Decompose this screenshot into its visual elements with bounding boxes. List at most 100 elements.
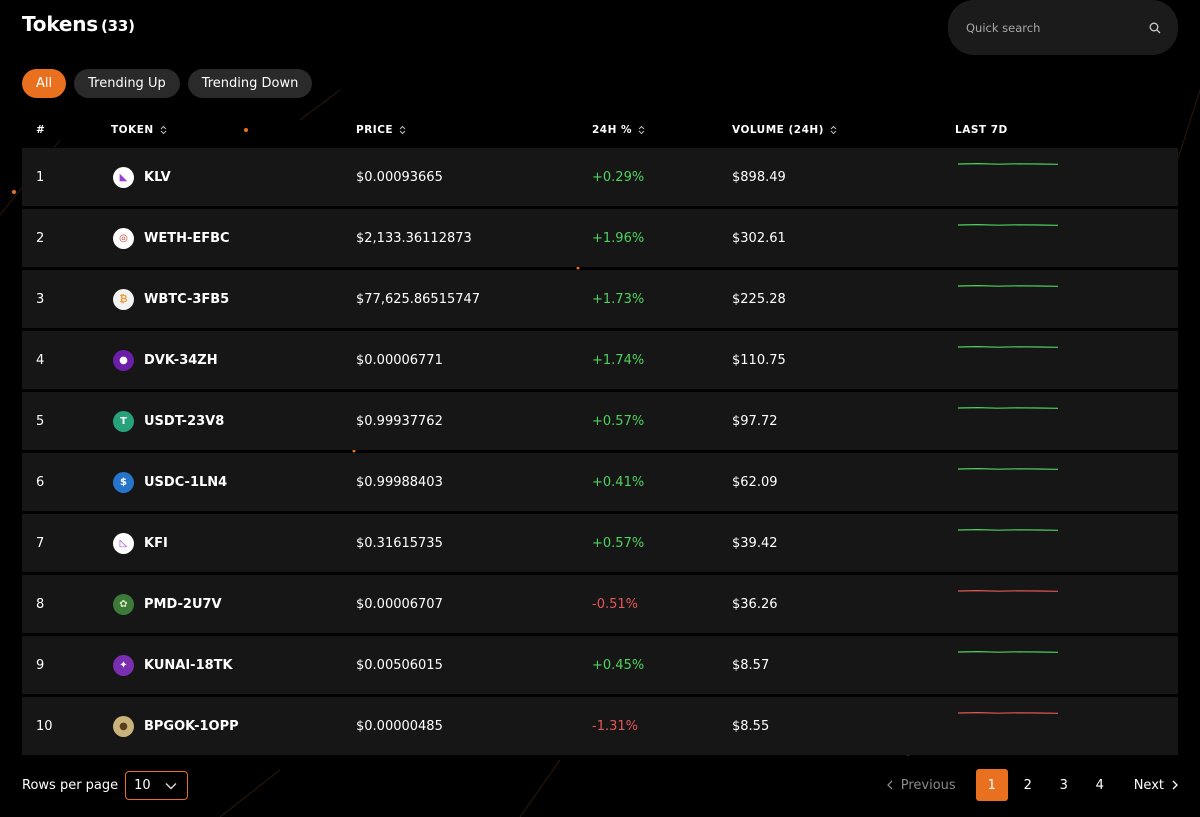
token-cell[interactable]: ₿ WBTC-3FB5 xyxy=(113,270,229,328)
table-row[interactable]: 4 ● DVK-34ZH $0.00006771 +1.74% $110.75 xyxy=(22,331,1178,389)
page-1-button[interactable]: 1 xyxy=(975,769,1008,801)
token-cell[interactable]: ◣ KLV xyxy=(113,148,171,206)
token-price: $2,133.36112873 xyxy=(356,230,472,246)
token-cell[interactable]: $ USDC-1LN4 xyxy=(113,453,227,511)
bpgok-icon: ● xyxy=(113,715,134,737)
page-4-button[interactable]: 4 xyxy=(1084,769,1116,801)
row-number: 10 xyxy=(36,718,53,734)
usdt-icon: T xyxy=(113,410,134,432)
table-row[interactable]: 2 ◎ WETH-EFBC $2,133.36112873 +1.96% $30… xyxy=(22,209,1178,267)
pagination: Previous 1 2 3 4 Next xyxy=(886,769,1178,801)
sort-icon[interactable] xyxy=(638,125,645,135)
filter-tabs: All Trending Up Trending Down xyxy=(22,69,313,98)
quick-search[interactable] xyxy=(948,0,1178,55)
token-table: 1 ◣ KLV $0.00093665 +0.29% $898.49 2 ◎ W… xyxy=(22,148,1178,758)
filter-trending-up[interactable]: Trending Up xyxy=(74,69,180,98)
klv-icon: ◣ xyxy=(113,166,134,188)
pmd-icon: ✿ xyxy=(113,593,134,615)
row-number: 6 xyxy=(36,474,45,490)
token-volume-24h: $225.28 xyxy=(732,291,786,307)
sort-icon[interactable] xyxy=(830,125,837,135)
table-row[interactable]: 8 ✿ PMD-2U7V $0.00006707 -0.51% $36.26 xyxy=(22,575,1178,633)
filter-all[interactable]: All xyxy=(22,69,67,98)
sparkline xyxy=(958,162,1058,165)
next-button[interactable]: Next xyxy=(1134,769,1178,801)
token-change-24h: -1.31% xyxy=(592,718,638,734)
search-input[interactable] xyxy=(966,20,1148,35)
table-row[interactable]: 5 T USDT-23V8 $0.99937762 +0.57% $97.72 xyxy=(22,392,1178,450)
rows-per-page-select[interactable]: 10 xyxy=(125,771,189,800)
token-cell[interactable]: ◺ KFI xyxy=(113,514,168,572)
token-volume-24h: $62.09 xyxy=(732,474,778,490)
sparkline xyxy=(958,467,1058,470)
token-price: $77,625.86515747 xyxy=(356,291,481,307)
col-header-last7d: LAST 7D xyxy=(955,124,1008,136)
previous-button[interactable]: Previous xyxy=(886,769,956,801)
token-name: WBTC-3FB5 xyxy=(144,291,230,307)
sort-icon[interactable] xyxy=(399,125,406,135)
table-row[interactable]: 3 ₿ WBTC-3FB5 $77,625.86515747 +1.73% $2… xyxy=(22,270,1178,328)
token-name: USDC-1LN4 xyxy=(144,474,228,490)
sort-icon[interactable] xyxy=(160,125,167,135)
token-change-24h: +1.73% xyxy=(592,291,645,307)
token-volume-24h: $110.75 xyxy=(732,352,786,368)
token-price: $0.99988403 xyxy=(356,474,443,490)
chevron-right-icon xyxy=(1172,780,1178,790)
previous-label: Previous xyxy=(900,777,956,793)
usdc-icon: $ xyxy=(113,471,134,493)
sparkline xyxy=(958,345,1058,348)
col-header-volume[interactable]: VOLUME (24H) xyxy=(732,124,837,136)
sparkline xyxy=(958,284,1058,287)
token-price: $0.00006771 xyxy=(356,352,443,368)
sparkline xyxy=(958,589,1058,592)
token-change-24h: +0.57% xyxy=(592,535,645,551)
rows-per-page: Rows per page 10 xyxy=(22,771,189,800)
row-number: 2 xyxy=(36,230,45,246)
token-change-24h: +0.57% xyxy=(592,413,645,429)
table-row[interactable]: 7 ◺ KFI $0.31615735 +0.57% $39.42 xyxy=(22,514,1178,572)
token-change-24h: +0.41% xyxy=(592,474,645,490)
token-cell[interactable]: ✦ KUNAI-18TK xyxy=(113,636,233,694)
table-row[interactable]: 9 ✦ KUNAI-18TK $0.00506015 +0.45% $8.57 xyxy=(22,636,1178,694)
token-price: $0.00006707 xyxy=(356,596,443,612)
col-header-token[interactable]: TOKEN xyxy=(111,124,167,136)
token-volume-24h: $8.57 xyxy=(732,657,770,673)
kunai-icon: ✦ xyxy=(113,654,134,676)
page-title-text: Tokens xyxy=(22,12,98,36)
sparkline xyxy=(958,528,1058,531)
token-volume-24h: $898.49 xyxy=(732,169,786,185)
dvk-icon: ● xyxy=(113,349,134,371)
sparkline xyxy=(958,650,1058,653)
chevron-down-icon xyxy=(165,782,177,789)
col-header-change[interactable]: 24H % xyxy=(592,124,645,136)
col-header-num: # xyxy=(36,124,46,136)
col-header-price[interactable]: PRICE xyxy=(356,124,406,136)
token-price: $0.00000485 xyxy=(356,718,443,734)
token-price: $0.00506015 xyxy=(356,657,443,673)
token-change-24h: -0.51% xyxy=(592,596,638,612)
wbtc-icon: ₿ xyxy=(113,288,134,310)
token-name: BPGOK-1OPP xyxy=(144,718,239,734)
token-change-24h: +0.45% xyxy=(592,657,645,673)
page-2-button[interactable]: 2 xyxy=(1012,769,1044,801)
filter-trending-down[interactable]: Trending Down xyxy=(187,69,313,98)
token-price: $0.99937762 xyxy=(356,413,443,429)
token-cell[interactable]: ✿ PMD-2U7V xyxy=(113,575,222,633)
search-icon[interactable] xyxy=(1148,21,1162,35)
token-cell[interactable]: ◎ WETH-EFBC xyxy=(113,209,230,267)
token-cell[interactable]: T USDT-23V8 xyxy=(113,392,224,450)
page-3-button[interactable]: 3 xyxy=(1048,769,1080,801)
token-cell[interactable]: ● DVK-34ZH xyxy=(113,331,218,389)
token-name: KLV xyxy=(144,169,171,185)
token-volume-24h: $97.72 xyxy=(732,413,778,429)
row-number: 3 xyxy=(36,291,45,307)
token-name: DVK-34ZH xyxy=(144,352,218,368)
token-cell[interactable]: ● BPGOK-1OPP xyxy=(113,697,239,755)
table-row[interactable]: 6 $ USDC-1LN4 $0.99988403 +0.41% $62.09 xyxy=(22,453,1178,511)
row-number: 1 xyxy=(36,169,45,185)
table-row[interactable]: 10 ● BPGOK-1OPP $0.00000485 -1.31% $8.55 xyxy=(22,697,1178,755)
row-number: 9 xyxy=(36,657,45,673)
token-count: (33) xyxy=(101,17,135,35)
page-title: Tokens (33) xyxy=(22,12,135,36)
table-row[interactable]: 1 ◣ KLV $0.00093665 +0.29% $898.49 xyxy=(22,148,1178,206)
